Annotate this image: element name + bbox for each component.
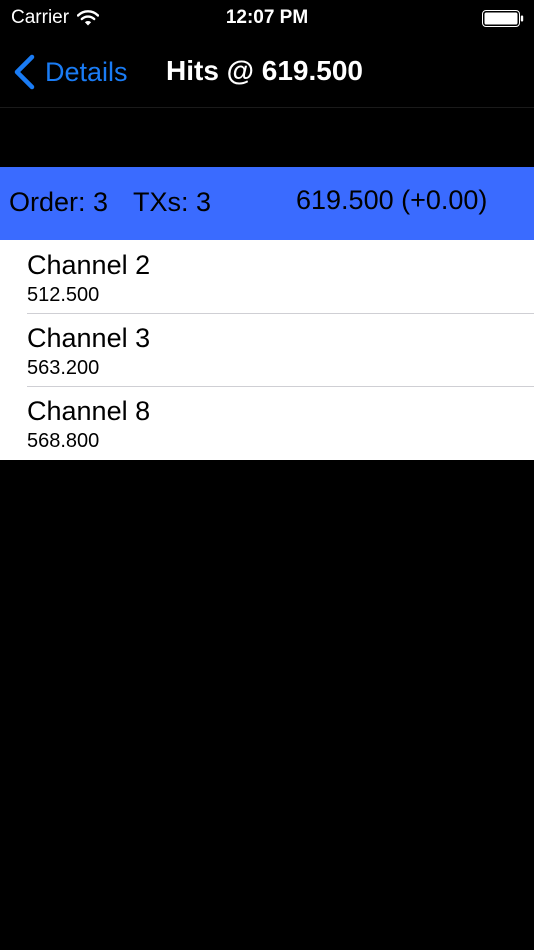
channel-row[interactable]: Channel 3 563.200	[0, 313, 534, 386]
channel-name: Channel 2	[27, 250, 151, 280]
battery-icon	[482, 10, 524, 27]
channel-name: Channel 3	[27, 323, 151, 353]
page-title: Hits @ 619.500	[166, 55, 363, 86]
channel-frequency: 512.500	[27, 284, 100, 306]
channel-list: Channel 2 512.500 Channel 3 563.200 Chan…	[0, 240, 534, 460]
status-time: 12:07 PM	[225, 7, 309, 28]
hit-frequency: 619.500 (+0.00)	[296, 185, 488, 215]
channel-name: Channel 8	[27, 396, 151, 426]
channel-row[interactable]: Channel 8 568.800	[0, 386, 534, 459]
order-count: Order: 3	[9, 187, 109, 217]
back-button[interactable]: Details	[12, 52, 128, 92]
channel-frequency: 563.200	[27, 357, 100, 379]
back-button-label: Details	[45, 56, 128, 87]
navigation-bar: Details Hits @ 619.500	[0, 38, 534, 108]
tx-count: TXs: 3	[133, 187, 212, 217]
chevron-left-icon	[14, 54, 35, 90]
status-bar: Carrier 12:07 PM	[0, 0, 534, 38]
summary-header: Order: 3 TXs: 3 619.500 (+0.00)	[0, 167, 534, 240]
channel-row[interactable]: Channel 2 512.500	[0, 240, 534, 313]
channel-frequency: 568.800	[27, 430, 100, 452]
